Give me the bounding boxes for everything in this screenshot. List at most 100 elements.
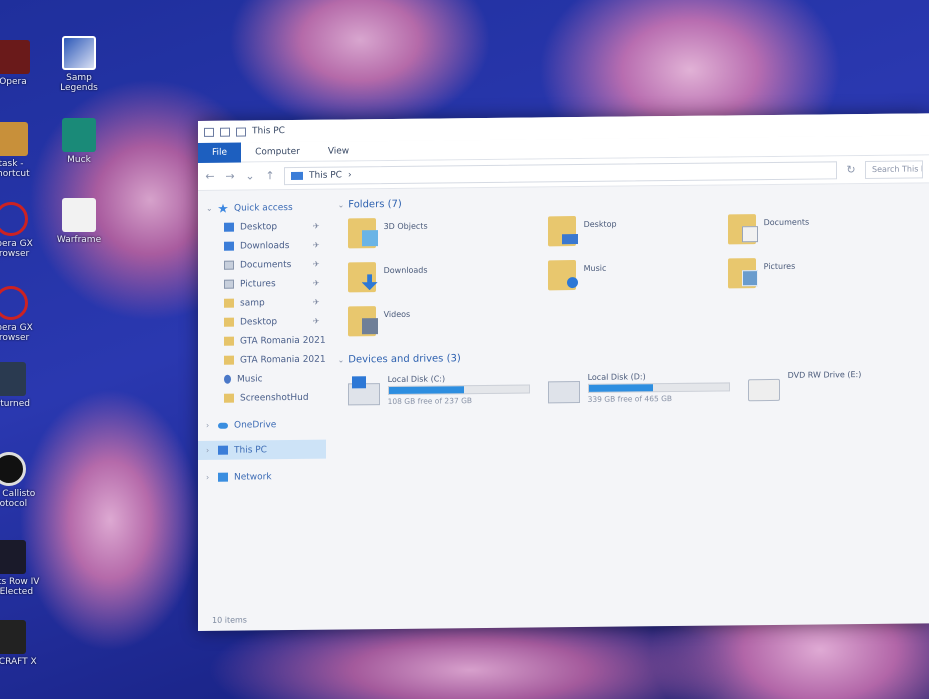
desktop-icon-calcraft[interactable]: CALCRAFT X [0,620,40,667]
breadcrumb-this-pc[interactable]: This PC [309,170,342,180]
desktop-icon-samp[interactable]: Samp Legends [48,36,110,93]
shortcut-icon [0,122,28,156]
cloud-icon [218,422,228,429]
network-icon [218,472,228,482]
nav-item-screenshothud[interactable]: ScreenshotHud [198,388,326,408]
tab-file[interactable]: File [198,142,242,163]
pictures-folder-icon [727,258,758,289]
unturned-icon [0,362,26,396]
saints-row-icon [0,540,26,574]
forward-arrow-icon[interactable]: → [224,170,236,183]
nav-item-gta-romania-2[interactable]: GTA Romania 2021 [198,350,326,370]
download-icon [224,241,234,251]
drive-d[interactable]: Local Disk (D:) 339 GB free of 465 GB [547,371,734,404]
folder-videos[interactable]: Videos [347,304,548,340]
music-folder-icon [547,260,578,291]
pin-icon: ✈ [312,259,320,269]
breadcrumb-chevron-icon[interactable]: › [348,170,352,180]
chevron-right-icon[interactable]: › [206,473,218,482]
warframe-icon [62,198,96,232]
videos-folder-icon [347,306,378,337]
desktop-icon-warframe[interactable]: Warframe [48,198,110,245]
picture-icon [224,279,234,289]
folder-icon [224,393,234,403]
address-bar[interactable]: This PC › [284,160,837,185]
music-note-icon [224,374,231,384]
drive-c[interactable]: Local Disk (C:) 108 GB free of 237 GB [347,373,534,406]
nav-this-pc[interactable]: › This PC [198,439,326,460]
nav-item-music[interactable]: Music [198,369,326,389]
nav-item-downloads[interactable]: Downloads ✈ [198,236,326,256]
samp-icon [62,36,96,70]
folder-3d-objects[interactable]: 3D Objects [347,216,548,252]
chevron-down-icon[interactable]: ⌄ [338,355,345,364]
search-input[interactable]: Search This PC [865,159,923,179]
recent-chevron-down-icon[interactable]: ⌄ [244,169,256,182]
folder-downloads[interactable]: Downloads [347,260,548,296]
nav-item-samp[interactable]: samp ✈ [198,293,326,313]
tab-computer[interactable]: Computer [241,141,314,162]
folder-desktop[interactable]: Desktop [547,214,728,250]
desktop-icon-opera-gx-1[interactable]: Opera GXBrowser [0,202,42,259]
desktop-icon-opera-gx-2[interactable]: Opera GXBrowser [0,286,42,343]
chevron-down-icon[interactable]: ⌄ [206,204,218,213]
drive-usage-bar [387,384,530,396]
desktop-icon-task-shortcut[interactable]: task -shortcut [0,122,42,179]
desktop-icon [224,222,234,232]
document-icon [224,260,234,270]
devices-section-header[interactable]: ⌄ Devices and drives (3) [338,348,929,365]
star-icon [218,204,228,213]
folder-icon [224,317,234,327]
3d-objects-folder-icon [347,218,378,249]
chevron-down-icon[interactable]: ⌄ [338,200,345,209]
folders-grid: 3D Objects Desktop Documents Downloads M… [347,212,929,340]
folder-documents[interactable]: Documents [727,213,908,249]
pin-icon: ✈ [312,278,320,288]
nav-item-gta-romania-1[interactable]: GTA Romania 2021 [198,331,326,351]
desktop-icon-muck[interactable]: Muck [48,118,110,165]
window-title: This PC [252,126,285,137]
nav-item-desktop[interactable]: Desktop ✈ [198,217,326,237]
desktop-icon-callisto[interactable]: The CallistoProtocol [0,452,40,509]
opera-gx-icon [0,202,28,236]
nav-item-desktop-2[interactable]: Desktop ✈ [198,312,326,332]
drive-e[interactable]: DVD RW Drive (E:) [747,369,929,402]
documents-folder-icon [727,214,758,245]
nav-network[interactable]: › Network [198,467,326,487]
desktop-icon-opera[interactable]: Opera [0,40,44,87]
pin-icon: ✈ [312,221,320,231]
folder-music[interactable]: Music [547,258,728,294]
properties-icon[interactable] [220,127,230,137]
opera-gx-icon [0,286,28,320]
nav-quick-access[interactable]: ⌄ Quick access [198,198,326,218]
back-arrow-icon[interactable]: ← [204,170,216,183]
nav-onedrive[interactable]: › OneDrive [198,415,326,435]
folder-icon [224,336,234,346]
pin-icon: ✈ [312,297,320,307]
tab-view[interactable]: View [314,141,363,162]
nav-item-pictures[interactable]: Pictures ✈ [198,274,326,294]
dvd-drive-icon [747,378,780,402]
chevron-right-icon[interactable]: › [206,446,218,455]
up-arrow-icon[interactable]: ↑ [264,169,276,182]
desktop-icon-unturned[interactable]: Unturned [0,362,40,409]
folder-pictures[interactable]: Pictures [727,257,908,293]
navigation-pane: ⌄ Quick access Desktop ✈ Downloads ✈ Docum… [198,190,326,610]
downloads-folder-icon [347,262,376,293]
pin-icon: ✈ [312,240,320,250]
folder-icon [224,298,234,308]
desktop-icon-saints-row[interactable]: Saints Row IVRe-Elected [0,540,40,597]
muck-icon [62,118,96,152]
refresh-icon[interactable]: ↻ [845,163,857,176]
nav-item-documents[interactable]: Documents ✈ [198,255,326,275]
drives-list: Local Disk (C:) 108 GB free of 237 GB Lo… [347,369,929,406]
chevron-right-icon[interactable]: › [206,421,218,430]
folders-section-header[interactable]: ⌄ Folders (7) [338,193,929,211]
this-pc-icon [204,127,214,137]
file-explorer-window: This PC File Computer View ← → ⌄ ↑ This … [198,113,929,631]
content-pane: ⌄ Folders (7) 3D Objects Desktop Documen… [326,183,929,608]
status-bar: 10 items [212,615,247,625]
calcraft-icon [0,620,26,654]
pin-icon: ✈ [312,316,320,326]
new-folder-icon[interactable] [236,126,246,137]
